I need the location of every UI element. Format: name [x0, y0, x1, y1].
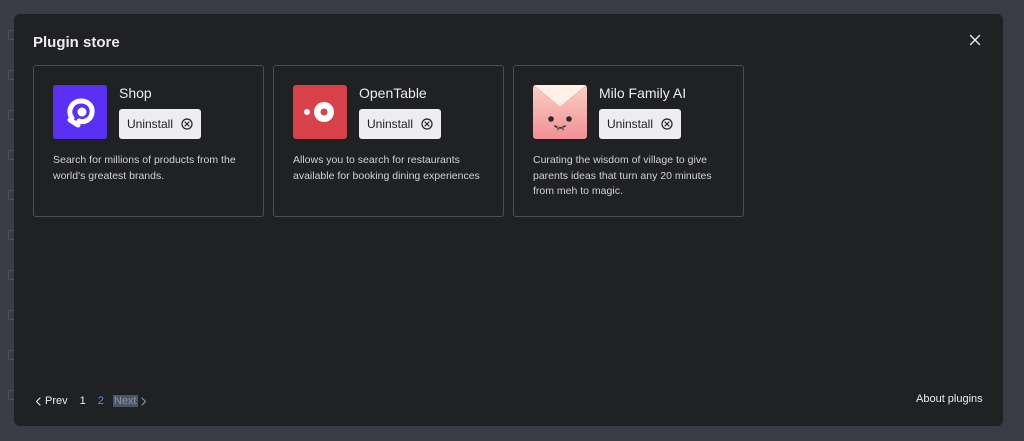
plugin-name: Milo Family AI [599, 85, 687, 101]
chevron-left-icon [35, 396, 41, 406]
plugin-name: Shop [119, 85, 152, 101]
circle-x-icon [661, 118, 673, 130]
chevron-right-icon [140, 396, 146, 406]
uninstall-button-milo[interactable]: Uninstall [599, 109, 681, 139]
page-1-button[interactable]: 1 [80, 395, 86, 407]
uninstall-button-shop[interactable]: Uninstall [119, 109, 201, 139]
plugin-description: Search for millions of products from the… [53, 154, 236, 182]
plugin-card-shop: Shop Uninstall Search for millions of pr… [33, 65, 264, 217]
close-button[interactable] [966, 31, 984, 49]
page-2-button[interactable]: 2 [98, 395, 104, 407]
uninstall-label: Uninstall [366, 117, 414, 131]
prev-page-button[interactable]: Prev [35, 395, 68, 407]
plugin-description: Curating the wisdom of village to give p… [533, 154, 712, 197]
about-plugins-link[interactable]: About plugins [916, 393, 983, 405]
uninstall-button-opentable[interactable]: Uninstall [359, 109, 441, 139]
plugin-card-opentable: OpenTable Uninstall Allows you to search… [273, 65, 504, 217]
plugin-description: Allows you to search for restaurants ava… [293, 154, 480, 182]
next-page-button[interactable]: Next [112, 395, 147, 407]
plugin-card-milo: Milo Family AI Uninstall Curating the wi… [513, 65, 744, 217]
circle-x-icon [421, 118, 433, 130]
plugin-store-modal: Plugin store Shop Uninstall Search for m… [14, 14, 1003, 426]
plugin-name: OpenTable [359, 85, 427, 101]
uninstall-label: Uninstall [606, 117, 654, 131]
uninstall-label: Uninstall [126, 117, 174, 131]
prev-label: Prev [45, 395, 68, 407]
milo-logo-icon [533, 85, 587, 139]
circle-x-icon [181, 118, 193, 130]
opentable-logo-icon [293, 85, 347, 139]
next-label: Next [112, 395, 138, 407]
shop-logo-icon [53, 85, 107, 139]
pagination: Prev 1 2 Next [35, 393, 147, 409]
close-icon [969, 34, 981, 46]
modal-title: Plugin store [33, 34, 120, 51]
